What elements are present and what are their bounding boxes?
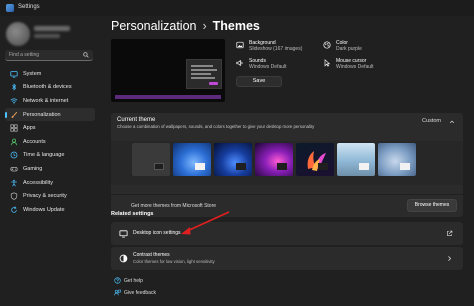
theme-thumbnail-windows-light[interactable] xyxy=(173,143,211,176)
theme-thumbnail-windows-dark[interactable] xyxy=(214,143,252,176)
store-row: Get more themes from Microsoft Store Bro… xyxy=(111,194,463,218)
avatar[interactable] xyxy=(6,22,30,46)
sounds-value: Windows Default xyxy=(249,64,287,70)
image-icon xyxy=(236,41,244,49)
red-annotation-arrow xyxy=(181,211,230,235)
sidebar-item-time-language[interactable]: Time & language xyxy=(5,149,95,163)
current-theme-header[interactable]: Current theme Choose a combination of wa… xyxy=(111,113,463,141)
current-theme-title: Current theme xyxy=(117,117,156,123)
sidebar: System Bluetooth & devices Network & inter… xyxy=(0,16,100,306)
gamepad-icon xyxy=(10,166,18,172)
sidebar-nav: System Bluetooth & devices Network & inter… xyxy=(5,67,95,217)
wifi-icon xyxy=(10,98,18,105)
cursor-icon xyxy=(324,59,331,67)
brush-icon xyxy=(11,111,18,118)
get-help-label: Get help xyxy=(124,278,143,284)
sidebar-item-accounts[interactable]: Accounts xyxy=(5,135,95,149)
desktop-icon xyxy=(119,230,128,238)
feedback-icon xyxy=(114,289,121,296)
help-icon xyxy=(114,277,121,284)
sidebar-item-label: Accessibility xyxy=(23,179,53,186)
theme-thumbnail-sunrise[interactable] xyxy=(337,143,375,176)
sidebar-item-label: Network & internet xyxy=(23,97,69,104)
sidebar-item-windows-update[interactable]: Windows Update xyxy=(5,203,95,217)
theme-preview xyxy=(111,39,225,102)
account-email-blurred xyxy=(34,34,60,38)
theme-thumbnail-glow[interactable] xyxy=(255,143,293,176)
settings-app-icon xyxy=(6,4,14,12)
theme-thumbnails xyxy=(111,141,463,185)
contrast-themes-sub: Color themes for low vision, light sensi… xyxy=(133,259,215,264)
sidebar-item-label: Windows Update xyxy=(23,206,65,213)
sidebar-item-label: Privacy & security xyxy=(23,193,67,200)
sidebar-item-label: Gaming xyxy=(23,165,43,172)
related-settings-heading: Related settings xyxy=(111,211,154,217)
sidebar-item-gaming[interactable]: Gaming xyxy=(5,162,95,176)
monitor-icon xyxy=(10,70,18,78)
search-box[interactable] xyxy=(5,50,93,61)
person-icon xyxy=(10,138,18,146)
current-theme-value: Custom xyxy=(422,118,441,124)
breadcrumb-parent[interactable]: Personalization xyxy=(111,19,196,33)
account-header[interactable] xyxy=(6,20,76,48)
speaker-icon xyxy=(236,59,243,67)
open-external-icon xyxy=(447,230,453,236)
contrast-themes-row[interactable]: Contrast themes Color themes for low vis… xyxy=(111,247,463,270)
current-theme-subtitle: Choose a combination of wallpapers, soun… xyxy=(117,124,315,129)
title-bar: Settings xyxy=(0,0,474,16)
apps-icon xyxy=(10,124,18,132)
give-feedback-label: Give feedback xyxy=(124,290,156,296)
page-title: Themes xyxy=(212,19,260,33)
chevron-right-icon xyxy=(448,256,452,261)
accessibility-icon xyxy=(11,179,17,186)
preview-taskbar xyxy=(115,95,221,99)
sidebar-item-label: Personalization xyxy=(23,111,61,118)
search-input[interactable] xyxy=(9,51,79,59)
sidebar-item-label: System xyxy=(23,70,42,77)
shield-icon xyxy=(10,192,18,200)
sidebar-item-privacy-security[interactable]: Privacy & security xyxy=(5,189,95,203)
current-theme-card: Current theme Choose a combination of wa… xyxy=(111,113,463,217)
clock-icon xyxy=(10,151,18,159)
update-icon xyxy=(11,206,17,213)
sidebar-item-label: Apps xyxy=(23,125,36,132)
browse-themes-button[interactable]: Browse themes xyxy=(407,199,457,212)
sidebar-item-label: Bluetooth & devices xyxy=(23,84,72,91)
color-value: Dark purple xyxy=(336,46,362,52)
contrast-themes-label: Contrast themes xyxy=(133,252,170,258)
cursor-value: Windows Default xyxy=(336,64,374,70)
store-row-label: Get more themes from Microsoft Store xyxy=(131,203,217,209)
sidebar-item-network-internet[interactable]: Network & internet xyxy=(5,94,95,108)
background-value: Slideshow (167 images) xyxy=(249,46,303,52)
sidebar-item-label: Time & language xyxy=(23,152,65,159)
sidebar-item-bluetooth-devices[interactable]: Bluetooth & devices xyxy=(5,81,95,95)
sidebar-item-accessibility[interactable]: Accessibility xyxy=(5,176,95,190)
window-title: Settings xyxy=(18,4,40,10)
palette-icon xyxy=(323,41,331,49)
theme-thumbnail-captured-motion[interactable] xyxy=(296,143,334,176)
save-theme-button[interactable]: Save xyxy=(236,76,282,87)
sidebar-item-personalization[interactable]: Personalization xyxy=(5,107,95,122)
desktop-icon-settings-row[interactable]: Desktop icon settings xyxy=(111,222,463,245)
contrast-icon xyxy=(119,254,128,263)
theme-thumbnail-custom-dark[interactable] xyxy=(132,143,170,176)
breadcrumb-separator: › xyxy=(202,19,207,33)
theme-thumbnail-flow[interactable] xyxy=(378,143,416,176)
search-icon[interactable] xyxy=(83,52,89,58)
main-content: Personalization › Themes Background Slides… xyxy=(100,16,474,306)
bluetooth-icon xyxy=(12,83,17,92)
breadcrumb: Personalization › Themes xyxy=(111,19,260,33)
sidebar-item-system[interactable]: System xyxy=(5,67,95,81)
sidebar-item-apps[interactable]: Apps xyxy=(5,121,95,135)
preview-window xyxy=(186,59,222,89)
desktop-icon-settings-label: Desktop icon settings xyxy=(133,230,181,236)
account-name-blurred xyxy=(34,26,70,31)
preview-accent-button xyxy=(209,82,218,85)
sidebar-item-label: Accounts xyxy=(23,138,46,145)
chevron-up-icon[interactable] xyxy=(449,119,455,125)
